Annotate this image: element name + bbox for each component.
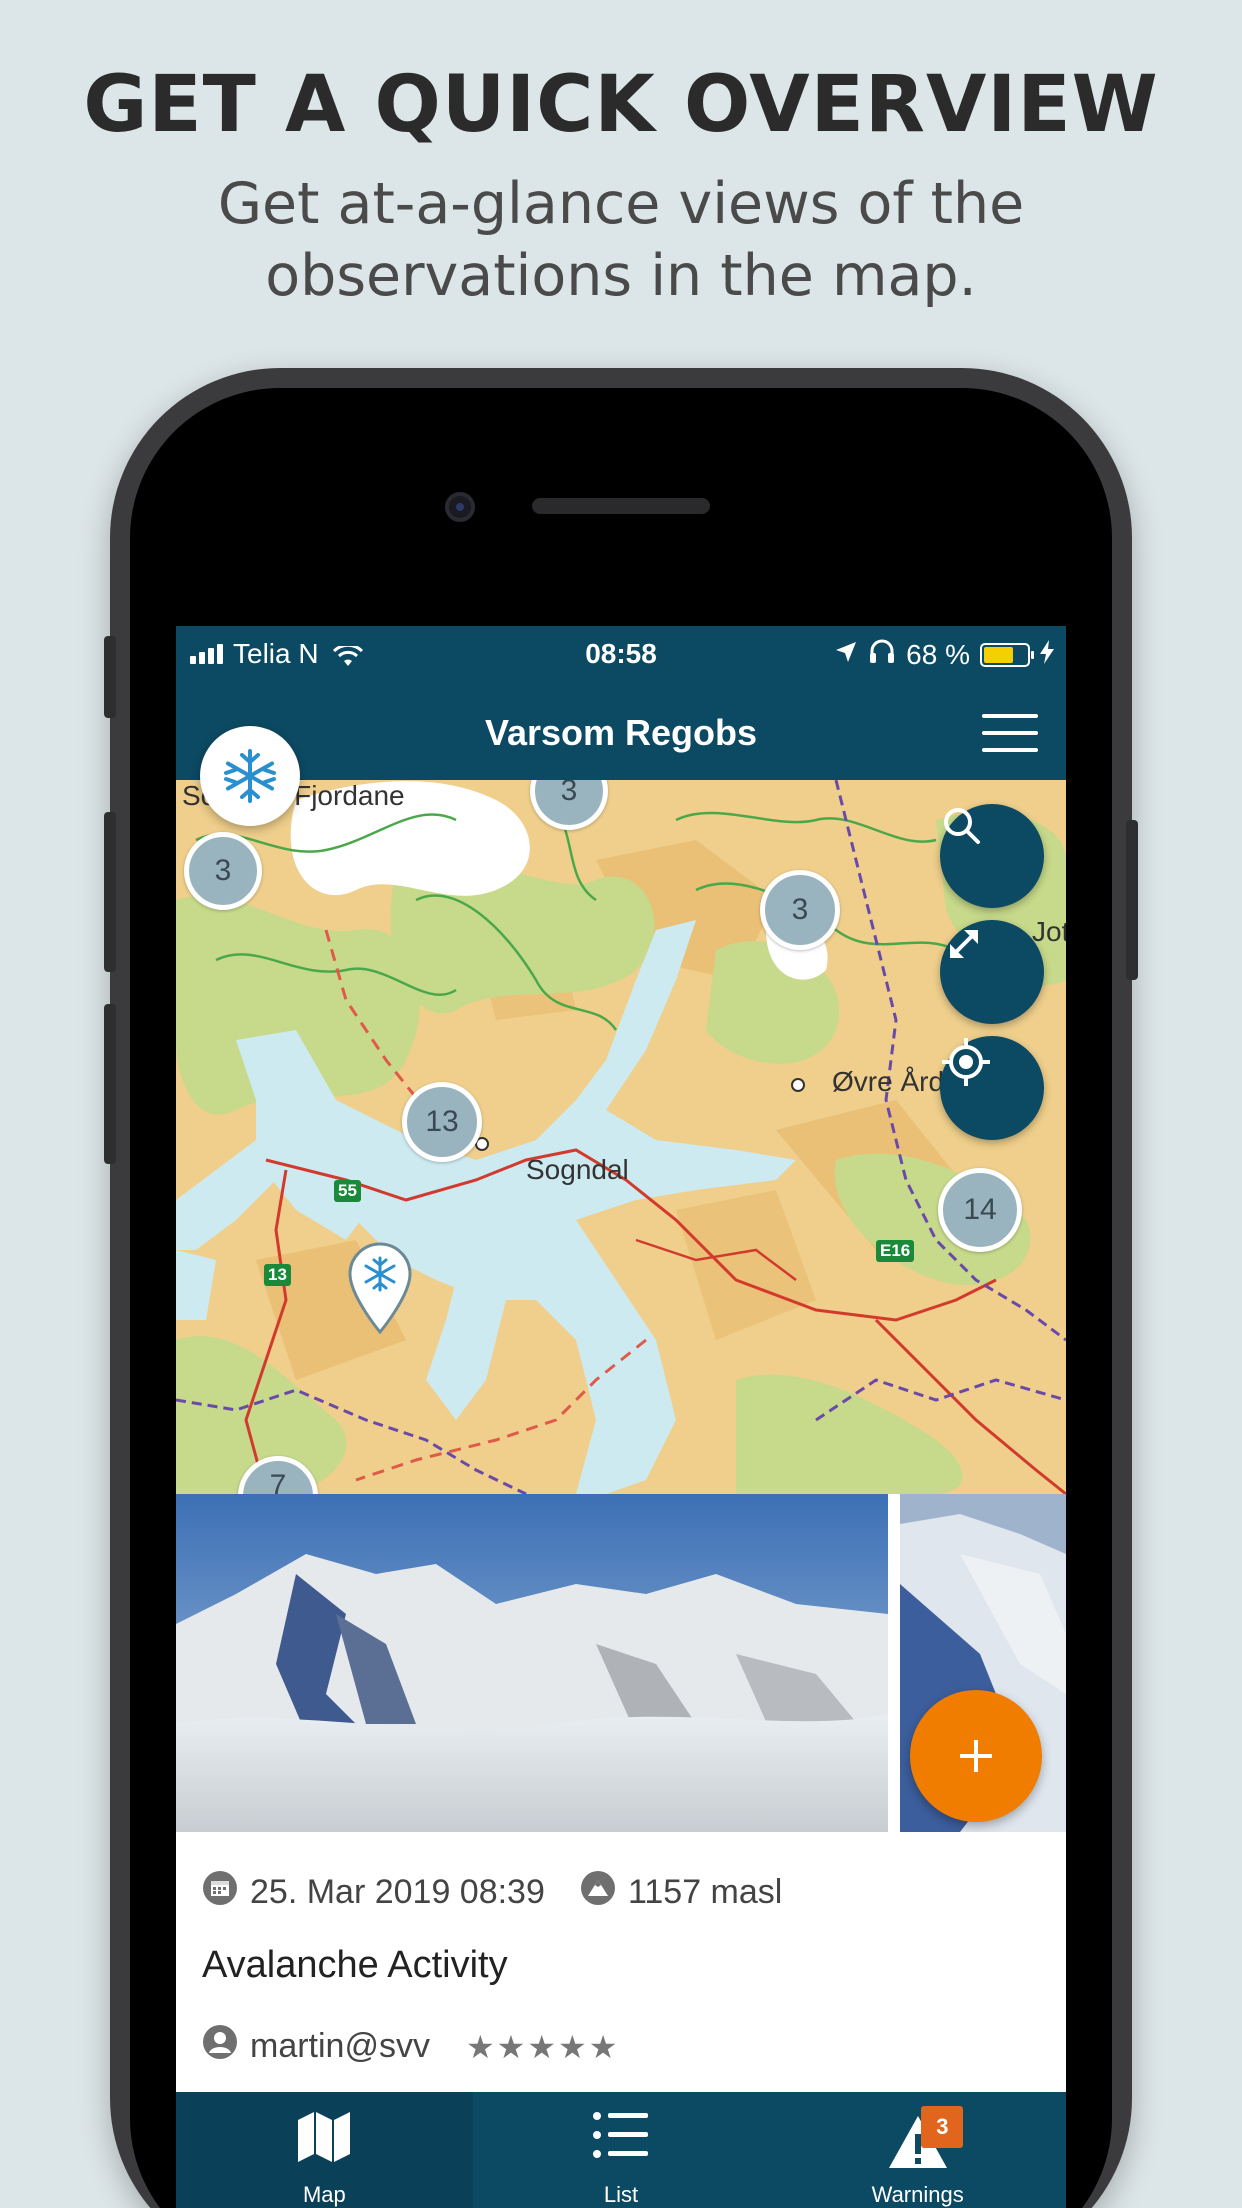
app-screen: Telia N 08:58 68 % Varsom Regobs Fjordan… bbox=[176, 626, 1066, 2208]
mute-switch bbox=[104, 636, 116, 718]
volume-up-button bbox=[104, 812, 116, 972]
mountain-icon bbox=[580, 1870, 616, 1915]
observation-date: 25. Mar 2019 08:39 bbox=[250, 1873, 545, 1911]
observation-cluster[interactable]: 14 bbox=[938, 1168, 1022, 1252]
map-icon bbox=[296, 2110, 352, 2169]
tab-bar: Map List 3 Warnings bbox=[176, 2092, 1066, 2208]
tab-list[interactable]: List bbox=[473, 2092, 770, 2208]
road-sign: E16 bbox=[876, 1240, 915, 1262]
front-camera bbox=[445, 492, 475, 522]
tab-map[interactable]: Map bbox=[176, 2092, 473, 2208]
volume-down-button bbox=[104, 1004, 116, 1164]
calendar-icon bbox=[202, 1870, 238, 1915]
observer-name: martin@svv bbox=[250, 2027, 430, 2065]
map-tiles bbox=[176, 780, 1066, 1494]
locate-me-button[interactable] bbox=[940, 1036, 1044, 1140]
user-icon bbox=[202, 2024, 238, 2069]
battery-icon bbox=[980, 642, 1034, 667]
map-label-town: Sogndal bbox=[526, 1154, 629, 1185]
observation-photo[interactable] bbox=[176, 1494, 888, 1832]
observation-card[interactable]: 25. Mar 2019 08:39 1157 masl Avalanche A… bbox=[176, 1832, 1066, 2118]
app-title: Varsom Regobs bbox=[484, 712, 758, 753]
snowflake-icon bbox=[224, 749, 276, 803]
promo-subline: Get at-a-glance views of the observation… bbox=[217, 171, 1025, 309]
observation-title: Avalanche Activity bbox=[202, 1944, 508, 1986]
tab-warnings[interactable]: 3 Warnings bbox=[769, 2092, 1066, 2208]
road-sign: 55 bbox=[334, 1180, 361, 1202]
list-icon bbox=[592, 2110, 650, 2165]
headphones-icon bbox=[868, 638, 896, 671]
location-arrow-icon bbox=[834, 639, 858, 671]
warnings-count-badge: 3 bbox=[921, 2106, 964, 2148]
map-view[interactable]: Sogn og Fjordane Sogndal Øvre Årdal Jotu… bbox=[176, 780, 1066, 1494]
battery-percent: 68 % bbox=[906, 638, 970, 670]
observer-rating-stars: ★★★★★ bbox=[465, 2028, 620, 2065]
tab-map-label: Map bbox=[302, 2182, 346, 2207]
plus-icon bbox=[960, 1740, 992, 1772]
earpiece-speaker bbox=[532, 498, 710, 514]
tab-warnings-label: Warnings bbox=[871, 2182, 964, 2207]
tab-list-label: List bbox=[603, 2182, 639, 2207]
crosshair-icon bbox=[942, 1038, 990, 1086]
status-bar: Telia N 08:58 68 % bbox=[176, 626, 1066, 682]
app-header: Varsom Regobs bbox=[176, 682, 1066, 780]
search-icon bbox=[944, 808, 980, 844]
expand-icon bbox=[950, 930, 978, 958]
menu-icon[interactable] bbox=[982, 714, 1038, 752]
observation-cluster[interactable]: 13 bbox=[402, 1082, 482, 1162]
road-sign: 13 bbox=[264, 1264, 291, 1286]
map-label-place-right: Jotun bbox=[1032, 916, 1066, 947]
search-button[interactable] bbox=[940, 804, 1044, 908]
observation-cluster[interactable]: 3 bbox=[184, 832, 262, 910]
add-observation-button[interactable] bbox=[910, 1690, 1042, 1822]
power-button bbox=[1126, 820, 1138, 980]
observation-cluster[interactable]: 3 bbox=[760, 870, 840, 950]
observation-altitude: 1157 masl bbox=[628, 1873, 783, 1911]
fullscreen-button[interactable] bbox=[940, 920, 1044, 1024]
promo-headline: GET A QUICK OVERVIEW bbox=[83, 60, 1159, 150]
charging-bolt-icon bbox=[1040, 639, 1054, 671]
snow-filter-button[interactable] bbox=[200, 726, 300, 826]
